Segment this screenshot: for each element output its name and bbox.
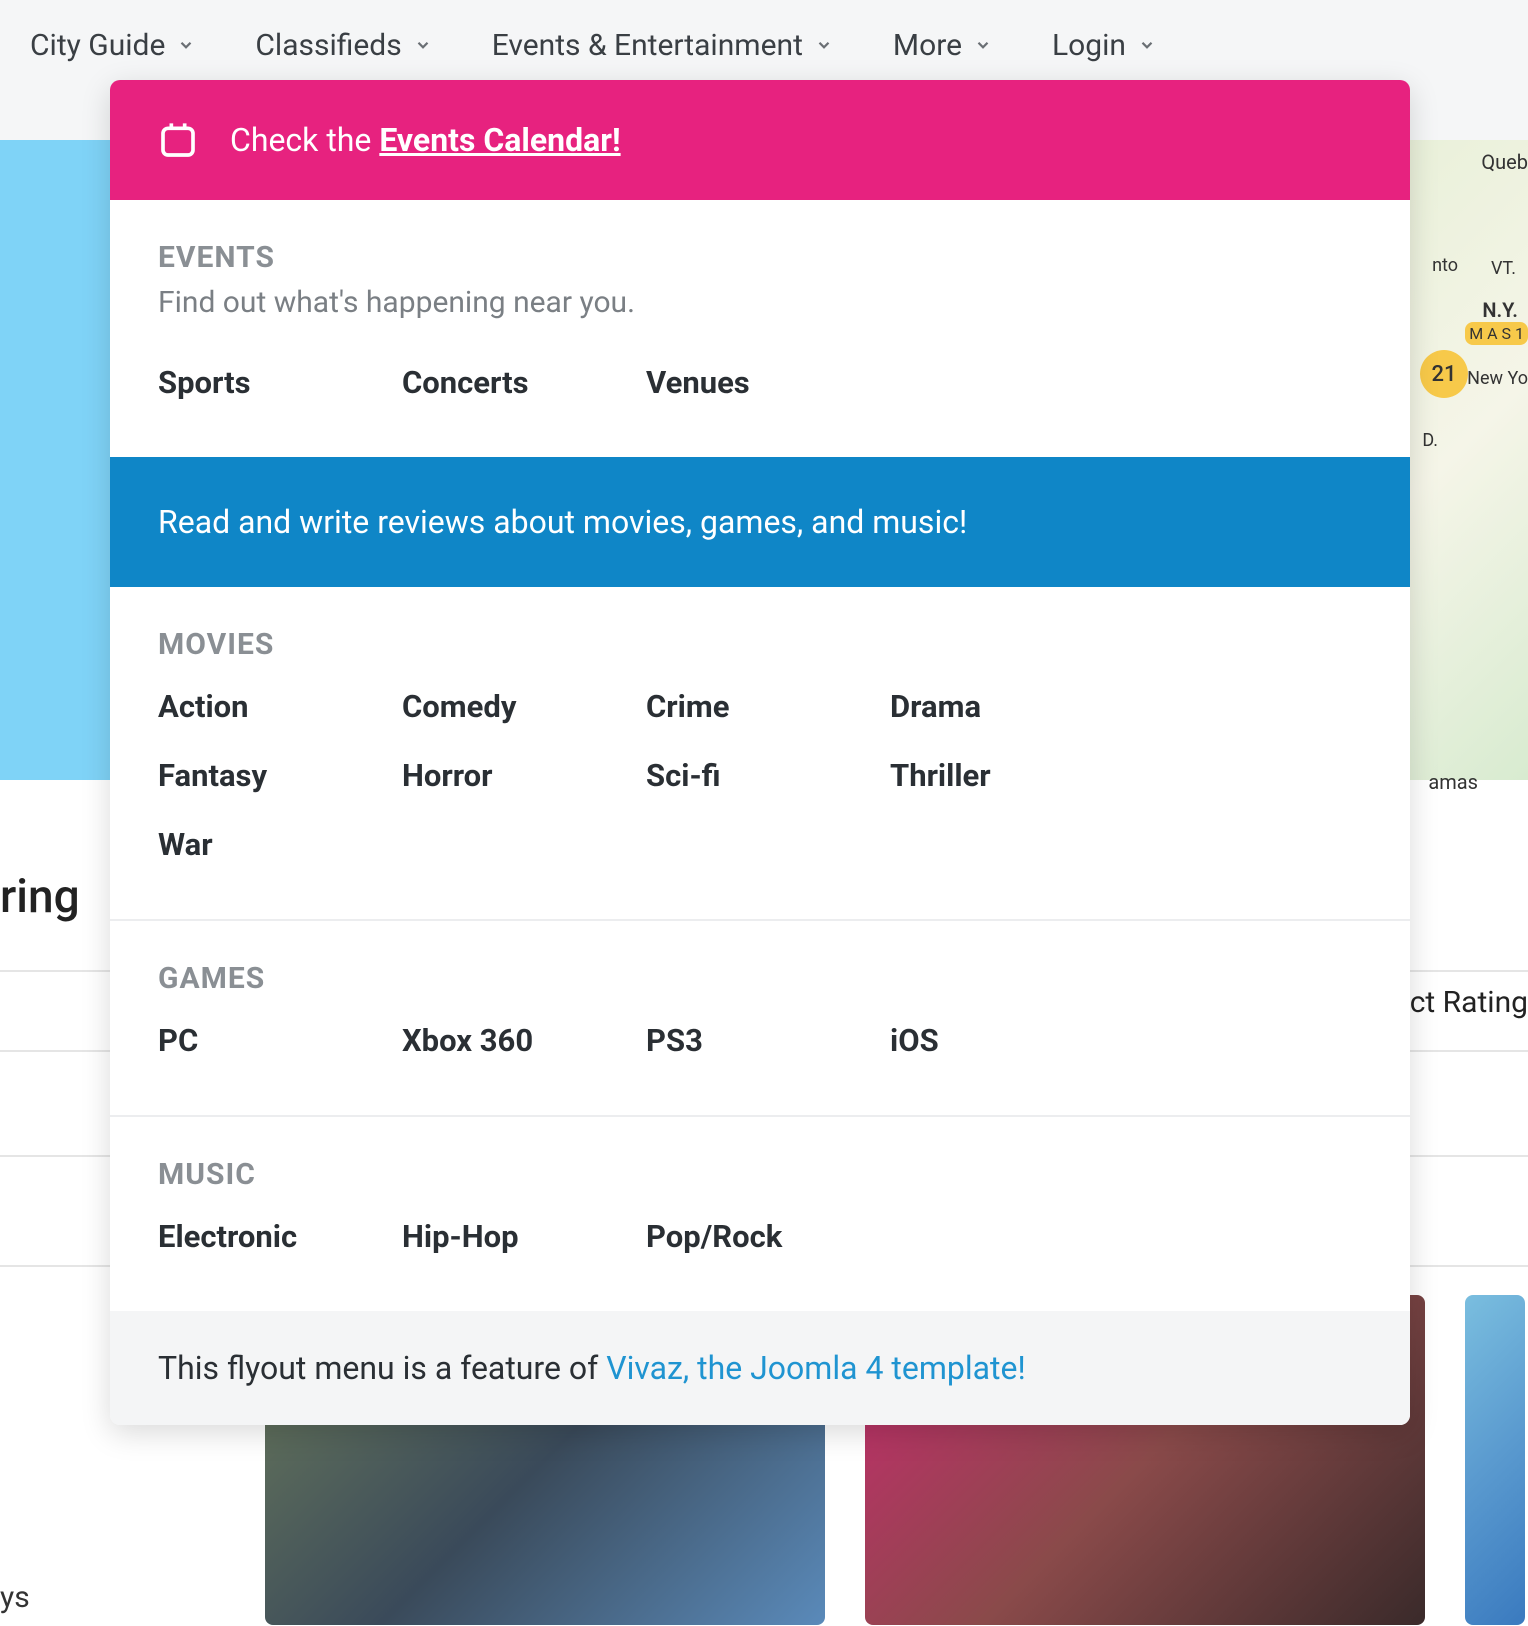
nav-classifieds[interactable]: Classifieds	[255, 28, 431, 63]
link-scifi[interactable]: Sci-fi	[646, 741, 890, 810]
section-title: MUSIC	[158, 1157, 1362, 1192]
section-title: EVENTS	[158, 240, 1362, 275]
top-nav: City Guide Classifieds Events & Entertai…	[0, 0, 1528, 90]
page-heading-partial: ring	[0, 870, 80, 924]
link-sports[interactable]: Sports	[158, 348, 402, 417]
chevron-down-icon	[974, 36, 992, 54]
map-label: amas	[1428, 770, 1478, 794]
nav-label: More	[893, 28, 962, 63]
chevron-down-icon	[815, 36, 833, 54]
listing-card-image[interactable]	[1465, 1295, 1525, 1625]
map-label: N.Y.	[1482, 298, 1518, 322]
nav-label: Classifieds	[255, 28, 401, 63]
link-concerts[interactable]: Concerts	[402, 348, 646, 417]
section-movies: MOVIES Action Comedy Crime Drama Fantasy…	[110, 587, 1410, 919]
section-title: MOVIES	[158, 627, 1362, 662]
music-links: Electronic Hip-Hop Pop/Rock	[158, 1202, 1362, 1271]
link-hiphop[interactable]: Hip-Hop	[402, 1202, 646, 1271]
link-poprock[interactable]: Pop/Rock	[646, 1202, 890, 1271]
link-fantasy[interactable]: Fantasy	[158, 741, 402, 810]
map-label: nto	[1432, 255, 1458, 276]
banner-reviews[interactable]: Read and write reviews about movies, gam…	[110, 457, 1410, 587]
section-games: GAMES PC Xbox 360 PS3 iOS	[110, 921, 1410, 1115]
map-label: Queb	[1481, 150, 1528, 174]
nav-label: Events & Entertainment	[492, 28, 803, 63]
link-thriller[interactable]: Thriller	[890, 741, 1134, 810]
flyout-footer: This flyout menu is a feature of Vivaz, …	[110, 1311, 1410, 1425]
events-links: Sports Concerts Venues	[158, 348, 1362, 417]
link-drama[interactable]: Drama	[890, 672, 1134, 741]
games-links: PC Xbox 360 PS3 iOS	[158, 1006, 1362, 1075]
link-xbox360[interactable]: Xbox 360	[402, 1006, 646, 1075]
section-subtitle: Find out what's happening near you.	[158, 285, 1362, 320]
link-electronic[interactable]: Electronic	[158, 1202, 402, 1271]
section-events: EVENTS Find out what's happening near yo…	[110, 200, 1410, 457]
link-ios[interactable]: iOS	[890, 1006, 1134, 1075]
chevron-down-icon	[414, 36, 432, 54]
link-pc[interactable]: PC	[158, 1006, 402, 1075]
nav-city-guide[interactable]: City Guide	[30, 28, 195, 63]
link-horror[interactable]: Horror	[402, 741, 646, 810]
chevron-down-icon	[177, 36, 195, 54]
banner-text: Check the Events Calendar!	[230, 121, 621, 159]
footer-prefix: This flyout menu is a feature of	[158, 1349, 606, 1387]
section-title: GAMES	[158, 961, 1362, 996]
flyout-menu: Check the Events Calendar! EVENTS Find o…	[110, 80, 1410, 1425]
map-label: VT.	[1491, 258, 1516, 279]
nav-label: City Guide	[30, 28, 165, 63]
rating-label-partial: ct Rating	[1410, 985, 1528, 1020]
link-action[interactable]: Action	[158, 672, 402, 741]
map-label: M A S 1	[1465, 322, 1528, 345]
map-cluster-badge[interactable]: 21	[1420, 350, 1468, 398]
nav-events-entertainment[interactable]: Events & Entertainment	[492, 28, 833, 63]
footer-link[interactable]: Vivaz, the Joomla 4 template!	[606, 1349, 1026, 1387]
link-ps3[interactable]: PS3	[646, 1006, 890, 1075]
nav-login[interactable]: Login	[1052, 28, 1156, 63]
map-label: New Yo	[1467, 368, 1528, 389]
calendar-icon	[158, 120, 198, 160]
link-venues[interactable]: Venues	[646, 348, 890, 417]
nav-label: Login	[1052, 28, 1126, 63]
nav-more[interactable]: More	[893, 28, 992, 63]
section-music: MUSIC Electronic Hip-Hop Pop/Rock	[110, 1117, 1410, 1311]
banner-prefix: Check the	[230, 121, 379, 159]
link-war[interactable]: War	[158, 810, 402, 879]
link-crime[interactable]: Crime	[646, 672, 890, 741]
map-label: D.	[1422, 430, 1438, 451]
movies-links: Action Comedy Crime Drama Fantasy Horror…	[158, 672, 1362, 879]
chevron-down-icon	[1138, 36, 1156, 54]
link-comedy[interactable]: Comedy	[402, 672, 646, 741]
banner-events-calendar[interactable]: Check the Events Calendar!	[110, 80, 1410, 200]
banner-link[interactable]: Events Calendar!	[379, 121, 620, 159]
text-partial: ys	[0, 1580, 30, 1615]
